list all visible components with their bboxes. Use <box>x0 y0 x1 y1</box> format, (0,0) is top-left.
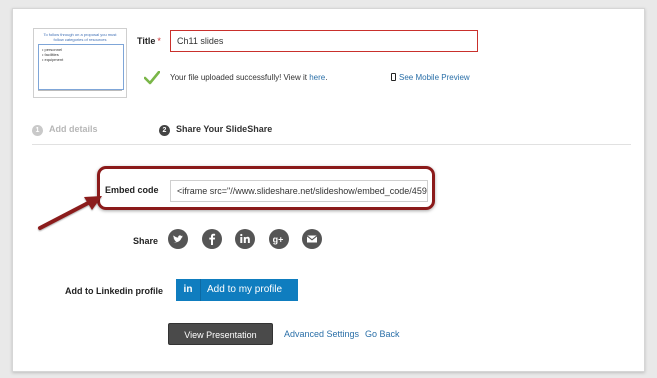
upload-success-message: Your file uploaded successfully! View it… <box>170 73 328 82</box>
google-plus-icon[interactable]: g+ <box>269 229 289 249</box>
step-number: 2 <box>159 125 170 136</box>
add-to-profile-label: Add to my profile <box>207 284 283 295</box>
facebook-icon[interactable] <box>202 229 222 249</box>
required-mark: * <box>157 36 161 46</box>
thumbnail-bullets: • personnel • facilities • equipment <box>42 47 63 62</box>
embed-code-highlight <box>97 166 435 210</box>
linkedin-icon[interactable] <box>235 229 255 249</box>
view-presentation-button[interactable]: View Presentation <box>168 323 273 345</box>
view-file-link[interactable]: here <box>309 73 325 82</box>
share-label: Share <box>133 236 159 246</box>
upload-panel: To follow through on a proposal you must… <box>12 8 645 372</box>
twitter-icon[interactable] <box>168 229 188 249</box>
email-icon[interactable] <box>302 229 322 249</box>
step-share: 2 Share Your SlideShare <box>159 124 272 136</box>
thumbnail-slide-title: To follow through on a proposal you must… <box>43 32 117 42</box>
mobile-phone-icon <box>391 73 396 81</box>
title-label: Title * <box>137 36 161 46</box>
thumbnail-bullet: • equipment <box>42 57 64 62</box>
checkmark-icon <box>144 71 160 85</box>
step-add-details[interactable]: 1 Add details <box>32 124 98 136</box>
go-back-link[interactable]: Go Back <box>365 329 400 339</box>
svg-text:g+: g+ <box>273 235 284 245</box>
step-label: Add details <box>49 124 98 134</box>
linkedin-profile-label: Add to Linkedin profile <box>65 286 163 296</box>
annotation-arrow-icon <box>38 196 102 230</box>
advanced-settings-link[interactable]: Advanced Settings <box>284 329 359 339</box>
mobile-preview-link[interactable]: See Mobile Preview <box>391 73 470 82</box>
step-label: Share Your SlideShare <box>176 124 273 134</box>
linkedin-logo-icon: in <box>176 279 201 301</box>
step-number: 1 <box>32 125 43 136</box>
section-divider <box>32 144 631 145</box>
slide-thumbnail[interactable]: To follow through on a proposal you must… <box>33 28 127 98</box>
add-to-profile-button[interactable]: in Add to my profile <box>176 279 298 301</box>
thumbnail-footer <box>38 90 122 94</box>
title-input[interactable]: Ch11 slides <box>170 30 478 52</box>
